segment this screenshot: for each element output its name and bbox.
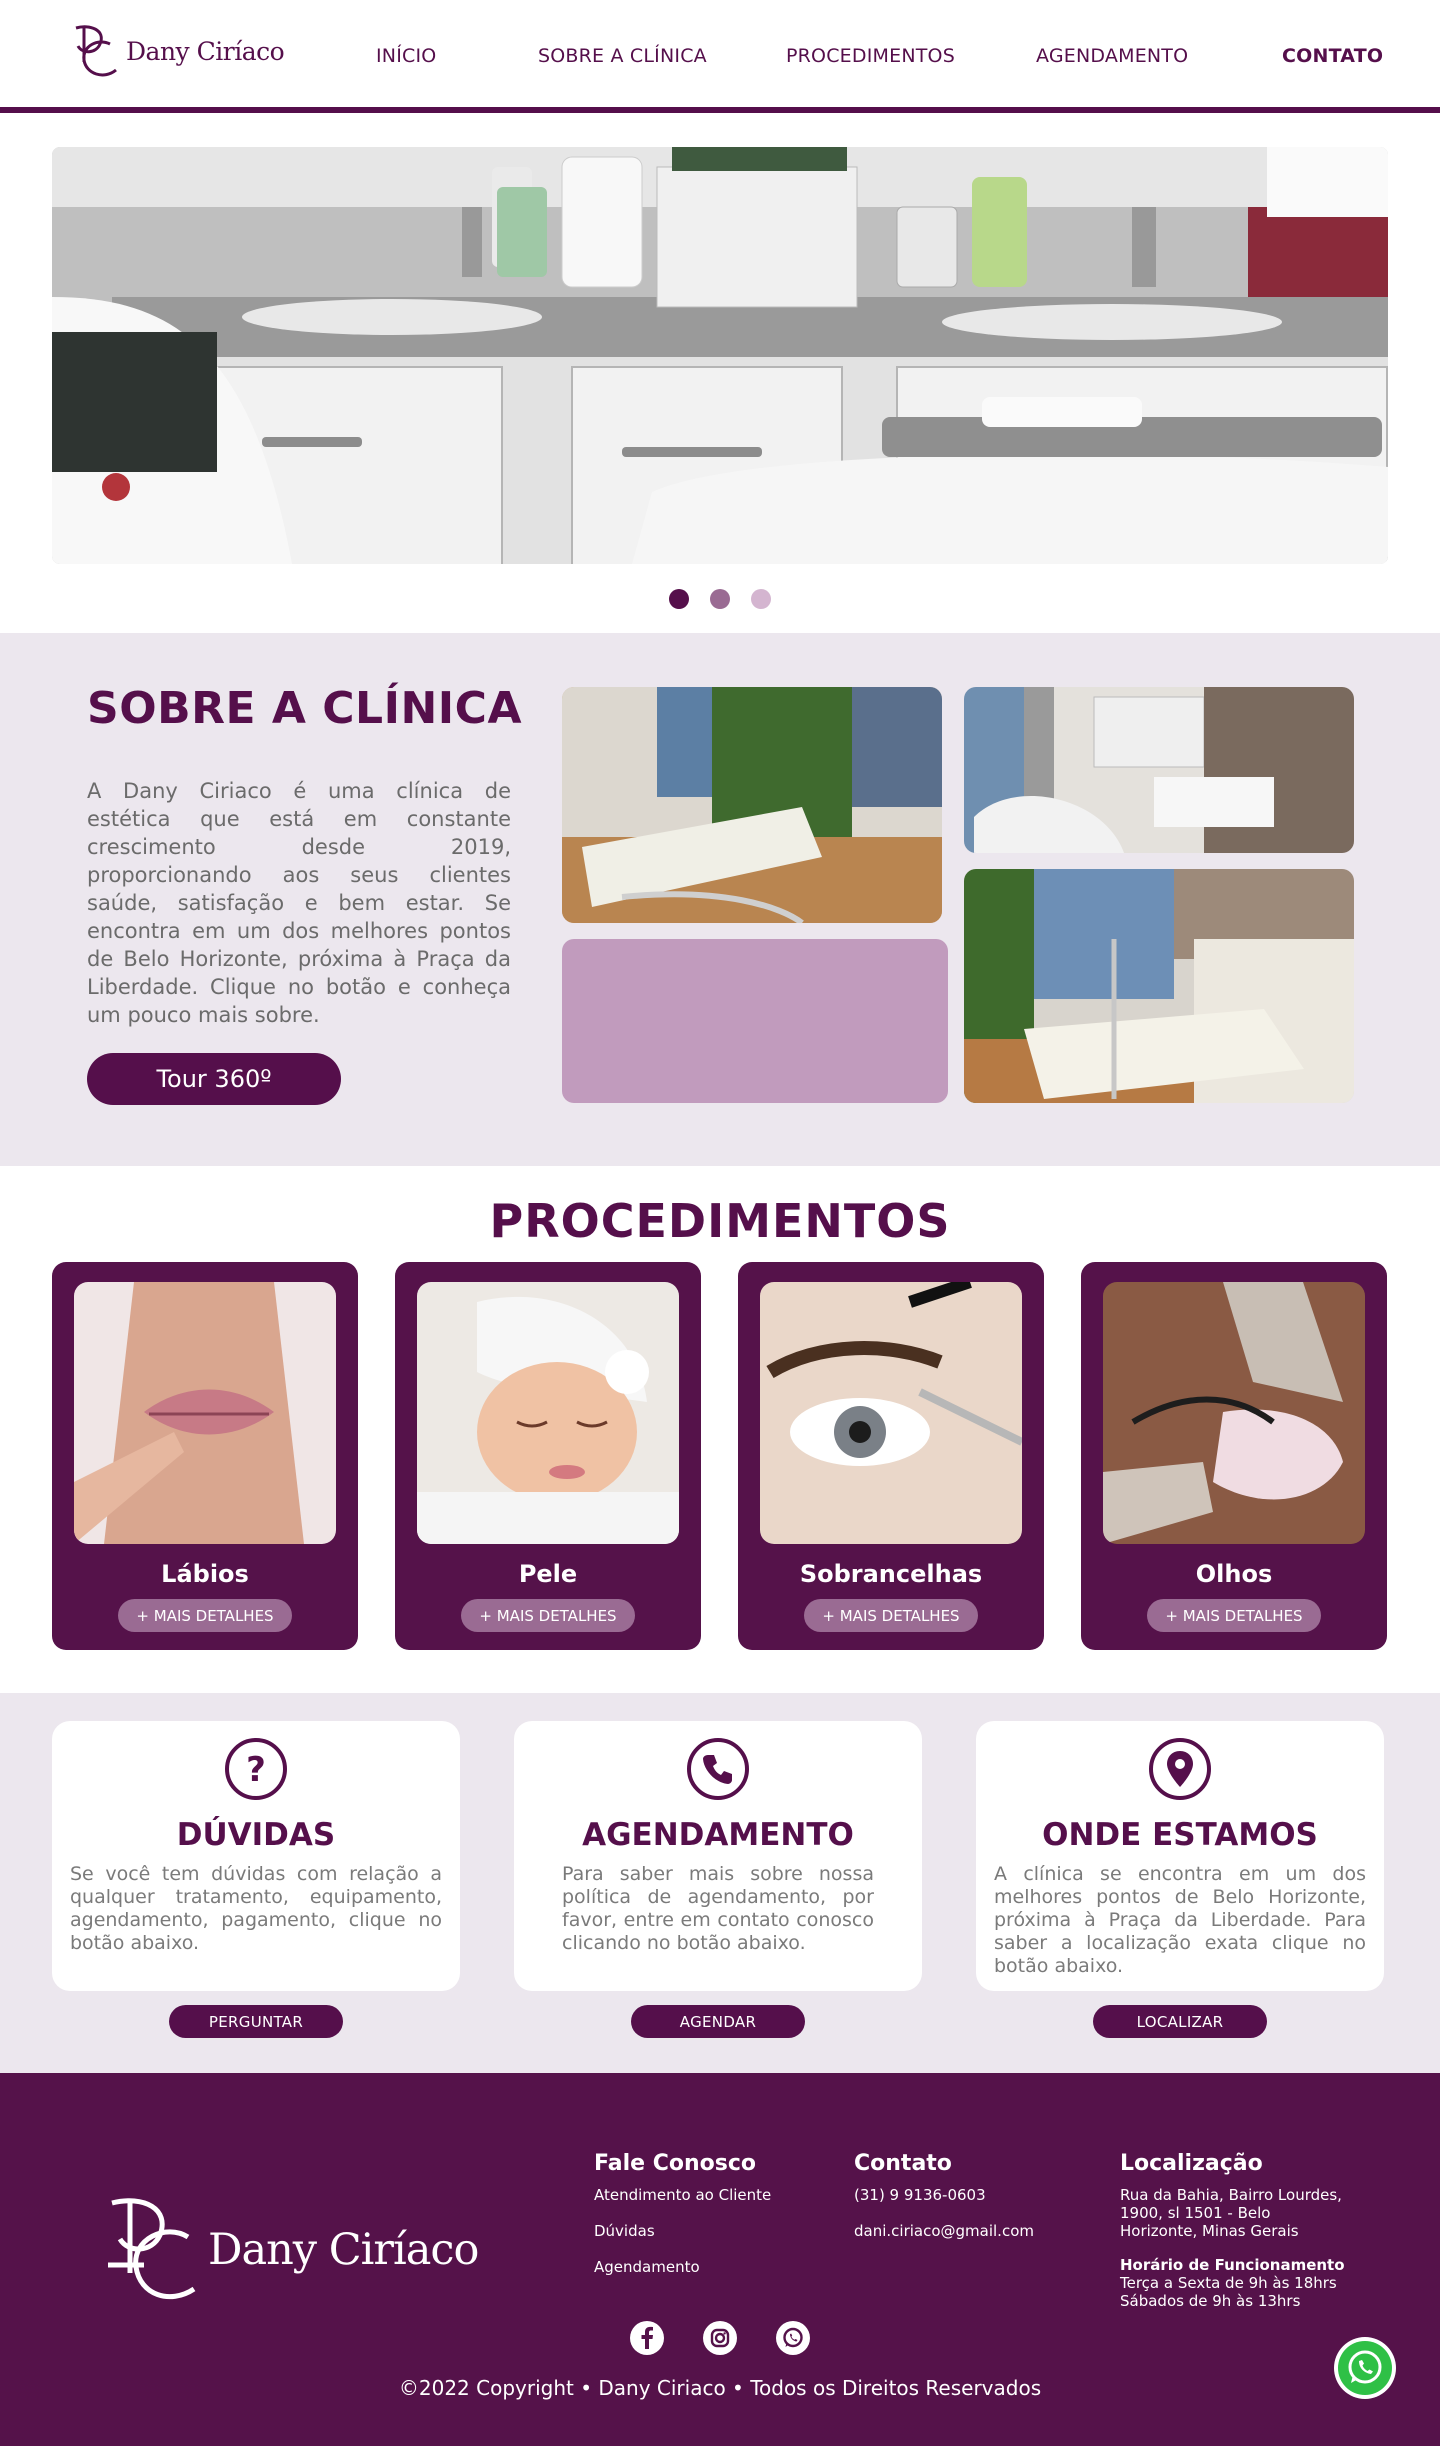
nav-item-agendamento[interactable]: AGENDAMENTO <box>1036 45 1188 67</box>
footer-link-atendimento[interactable]: Atendimento ao Cliente <box>594 2186 771 2205</box>
footer-heading: Localização <box>1120 2151 1263 2176</box>
clinic-room-illustration <box>52 147 1388 564</box>
procedure-card-sobrancelhas[interactable]: Sobrancelhas + MAIS DETALHES <box>738 1262 1044 1650</box>
procedure-title: Olhos <box>1195 1560 1273 1588</box>
footer-hours-line: Sábados de 9h às 13hrs <box>1120 2292 1301 2310</box>
clinic-photo-1 <box>562 687 942 923</box>
procedure-card-pele[interactable]: Pele + MAIS DETALHES <box>395 1262 701 1650</box>
footer-heading: Contato <box>854 2151 952 2176</box>
instagram-icon[interactable] <box>703 2321 737 2355</box>
footer-link-duvidas[interactable]: Dúvidas <box>594 2222 771 2241</box>
clinic-photo-2 <box>964 687 1354 853</box>
procedures-section: PROCEDIMENTOS Lábios + MAIS DETALHES Pel… <box>0 1166 1440 1693</box>
phone-icon <box>687 1738 749 1800</box>
nav-item-contato[interactable]: CONTATO <box>1282 45 1383 67</box>
tour-360-button[interactable]: Tour 360º <box>87 1053 341 1105</box>
carousel-dot-3[interactable] <box>751 589 772 609</box>
locate-button[interactable]: LOCALIZAR <box>1093 2005 1267 2038</box>
about-text: A Dany Ciriaco é uma clínica de estética… <box>87 779 511 1027</box>
hero-carousel <box>0 113 1440 633</box>
whatsapp-float-button-icon[interactable] <box>1332 2335 1398 2401</box>
schedule-button[interactable]: AGENDAR <box>631 2005 805 2038</box>
site-header: Dany Ciríaco INÍCIO SOBRE A CLÍNICA PROC… <box>0 0 1440 117</box>
carousel-dots <box>0 589 1440 613</box>
info-card-agendamento: AGENDAMENTO Para saber mais sobre nossa … <box>514 1721 922 1991</box>
footer-heading: Fale Conosco <box>594 2151 756 2176</box>
location-pin-icon <box>1149 1738 1211 1800</box>
info-text: A clínica se encontra em um dos melhores… <box>994 1863 1366 1977</box>
info-title: DÚVIDAS <box>176 1817 336 1853</box>
site-footer: Dany Ciríaco Fale Conosco Atendimento ao… <box>0 2073 1440 2446</box>
footer-address-line: 1900, sl 1501 - Belo <box>1120 2204 1271 2222</box>
footer-link-agendamento[interactable]: Agendamento <box>594 2258 771 2277</box>
info-section: ? DÚVIDAS Se você tem dúvidas com relaçã… <box>0 1693 1440 2073</box>
footer-col-localizacao: Localização Rua da Bahia, Bairro Lourdes… <box>1120 2151 1345 2310</box>
whatsapp-icon[interactable] <box>776 2321 811 2355</box>
procedure-title: Pele <box>518 1560 578 1588</box>
svg-text:?: ? <box>246 1750 266 1790</box>
procedures-title: PROCEDIMENTOS <box>489 1194 951 1248</box>
footer-hours-line: Terça a Sexta de 9h às 18hrs <box>1120 2274 1337 2292</box>
details-button-sobrancelhas[interactable]: + MAIS DETALHES <box>804 1599 978 1632</box>
footer-col-fale-conosco: Fale Conosco Atendimento ao Cliente Dúvi… <box>594 2151 771 2294</box>
lips-photo <box>74 1282 336 1544</box>
info-card-onde-estamos: ONDE ESTAMOS A clínica se encontra em um… <box>976 1721 1384 1991</box>
footer-email[interactable]: dani.ciriaco@gmail.com <box>854 2222 1034 2241</box>
clinic-photo-placeholder <box>562 939 948 1103</box>
footer-col-contato: Contato (31) 9 9136-0603 dani.ciriaco@gm… <box>854 2151 1034 2258</box>
about-section: SOBRE A CLÍNICA A Dany Ciriaco é uma clí… <box>0 633 1440 1166</box>
carousel-dot-1[interactable] <box>668 589 689 609</box>
hero-slide-image <box>52 147 1388 564</box>
footer-hours-title: Horário de Funcionamento <box>1120 2256 1345 2274</box>
copyright-text: ©2022 Copyright • Dany Ciriaco • Todos o… <box>398 2376 1042 2400</box>
info-card-duvidas: ? DÚVIDAS Se você tem dúvidas com relaçã… <box>52 1721 460 1991</box>
footer-logo[interactable]: Dany Ciríaco <box>104 2193 479 2307</box>
carousel-dot-2[interactable] <box>710 589 730 609</box>
eyelash-photo <box>1103 1282 1365 1544</box>
procedure-title: Lábios <box>161 1560 249 1588</box>
about-title: SOBRE A CLÍNICA <box>87 683 522 734</box>
nav-item-procedimentos[interactable]: PROCEDIMENTOS <box>786 45 955 67</box>
clinic-photo-3 <box>964 869 1354 1103</box>
question-icon: ? <box>225 1738 287 1800</box>
nav-item-inicio[interactable]: INÍCIO <box>376 45 436 67</box>
info-text: Para saber mais sobre nossa política de … <box>562 1863 874 1954</box>
procedure-card-olhos[interactable]: Olhos + MAIS DETALHES <box>1081 1262 1387 1650</box>
footer-brand-name: Dany Ciríaco <box>208 2225 479 2275</box>
procedure-title: Sobrancelhas <box>799 1560 983 1588</box>
details-button-olhos[interactable]: + MAIS DETALHES <box>1147 1599 1321 1632</box>
ask-button[interactable]: PERGUNTAR <box>169 2005 343 2038</box>
info-title: ONDE ESTAMOS <box>1042 1817 1318 1853</box>
footer-address-line: Rua da Bahia, Bairro Lourdes, <box>1120 2186 1342 2204</box>
info-text: Se você tem dúvidas com relação a qualqu… <box>70 1863 442 1954</box>
info-title: AGENDAMENTO <box>582 1817 854 1853</box>
facebook-icon[interactable] <box>629 2321 664 2355</box>
footer-phone[interactable]: (31) 9 9136-0603 <box>854 2186 1034 2205</box>
footer-logo-monogram-icon <box>108 2198 196 2300</box>
nav-item-sobre[interactable]: SOBRE A CLÍNICA <box>538 45 707 67</box>
social-links <box>0 2321 1440 2355</box>
details-button-pele[interactable]: + MAIS DETALHES <box>461 1599 635 1632</box>
footer-address-line: Horizonte, Minas Gerais <box>1120 2222 1299 2240</box>
eyebrow-photo <box>760 1282 1022 1544</box>
details-button-labios[interactable]: + MAIS DETALHES <box>118 1599 292 1632</box>
main-nav: INÍCIO SOBRE A CLÍNICA PROCEDIMENTOS AGE… <box>0 45 1440 69</box>
procedure-card-labios[interactable]: Lábios + MAIS DETALHES <box>52 1262 358 1650</box>
skin-care-photo <box>417 1282 679 1544</box>
